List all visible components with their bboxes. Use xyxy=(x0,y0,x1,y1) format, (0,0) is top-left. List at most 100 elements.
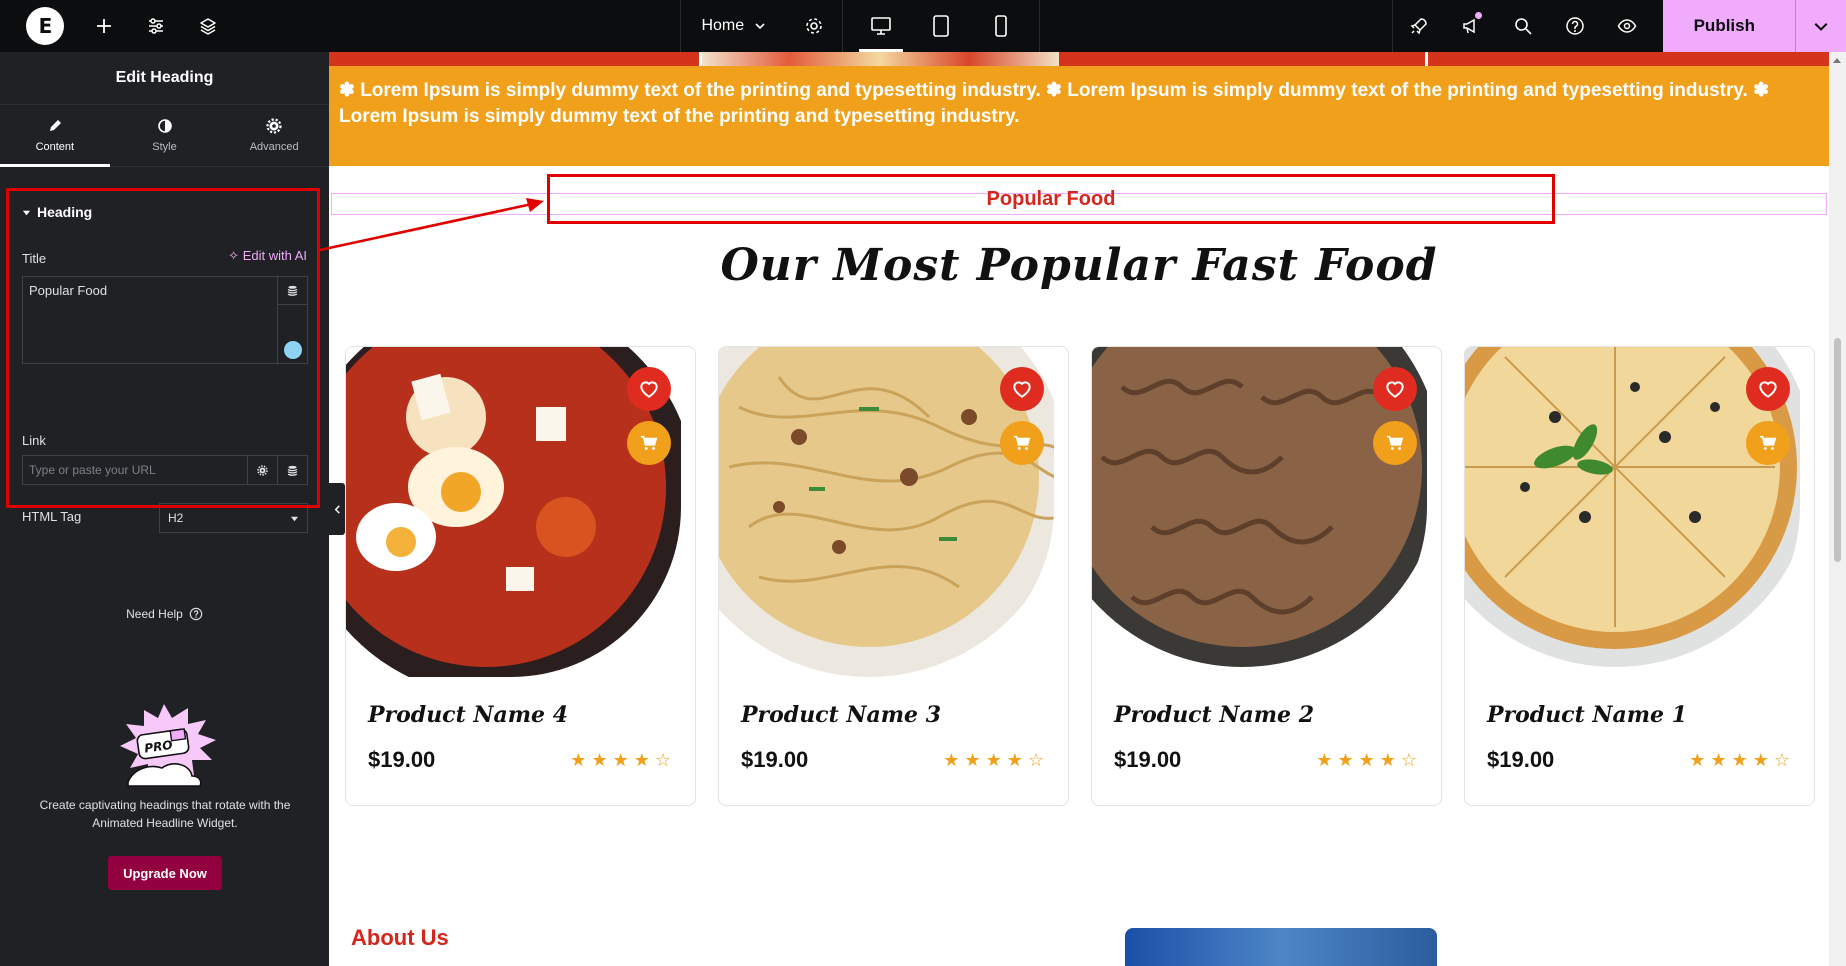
product-price: $19.00 xyxy=(741,747,809,772)
edit-with-ai-link[interactable]: ✧ Edit with AI xyxy=(228,248,307,264)
publish-options-chevron-icon[interactable] xyxy=(1796,0,1846,52)
search-icon[interactable] xyxy=(1497,0,1549,52)
preview-eye-icon[interactable] xyxy=(1601,0,1653,52)
upgrade-now-button[interactable]: Upgrade Now xyxy=(108,856,222,890)
product-card[interactable]: Product Name 4 $19.00 ★ ★ ★ ★ ☆ xyxy=(345,346,696,806)
mobile-icon[interactable] xyxy=(971,0,1031,52)
tablet-icon[interactable] xyxy=(911,0,971,52)
product-price: $19.00 xyxy=(368,747,436,772)
product-card[interactable]: Product Name 3 $19.00 ★ ★ ★ ★ ☆ xyxy=(718,346,1069,806)
star-icon: ★ xyxy=(1710,750,1727,771)
caret-down-icon xyxy=(22,210,31,215)
star-icon: ★ xyxy=(985,750,1002,771)
ai-assistant-icon[interactable] xyxy=(284,341,302,359)
need-help-link[interactable]: Need Help xyxy=(0,607,329,621)
panel-title: Edit Heading xyxy=(0,52,329,105)
chevron-left-icon xyxy=(334,504,340,514)
star-icon: ★ xyxy=(964,750,981,771)
heart-icon[interactable] xyxy=(627,367,671,411)
star-icon: ★ xyxy=(943,750,960,771)
half-star-icon: ☆ xyxy=(654,750,671,771)
hero-image-strip xyxy=(329,52,1829,66)
link-url-field[interactable]: Type or paste your URL xyxy=(22,455,308,485)
title-value: Popular Food xyxy=(29,283,108,298)
product-name[interactable]: Product Name 4 xyxy=(368,702,568,728)
canvas-scrollbar[interactable] xyxy=(1829,52,1846,966)
half-star-icon: ☆ xyxy=(1400,750,1417,771)
star-icon: ★ xyxy=(612,750,629,771)
collapse-panel-toggle[interactable] xyxy=(329,483,345,535)
heart-icon[interactable] xyxy=(1000,367,1044,411)
star-icon: ★ xyxy=(1337,750,1354,771)
topbar-left-group: E xyxy=(0,0,329,52)
title-side-controls xyxy=(277,277,307,363)
half-star-icon: ☆ xyxy=(1773,750,1790,771)
star-icon: ★ xyxy=(1731,750,1748,771)
link-label: Link xyxy=(22,433,46,448)
link-options-gear-icon[interactable] xyxy=(247,456,277,484)
add-element-icon[interactable] xyxy=(78,0,130,52)
help-icon xyxy=(189,607,203,621)
half-star-icon: ☆ xyxy=(1027,750,1044,771)
product-price: $19.00 xyxy=(1487,747,1555,772)
page-selector[interactable]: Home xyxy=(681,0,786,52)
heart-icon[interactable] xyxy=(1373,367,1417,411)
link-url-input[interactable]: Type or paste your URL xyxy=(23,456,247,484)
heart-icon[interactable] xyxy=(1746,367,1790,411)
elementor-logo-icon[interactable]: E xyxy=(26,7,64,45)
star-icon: ★ xyxy=(633,750,650,771)
html-tag-select[interactable]: H2 xyxy=(159,503,308,533)
promo-text: Create captivating headings that rotate … xyxy=(39,798,291,830)
star-icon: ★ xyxy=(591,750,608,771)
tab-advanced-label: Advanced xyxy=(249,141,299,153)
structure-layers-icon[interactable] xyxy=(182,0,234,52)
title-textarea[interactable]: Popular Food xyxy=(22,276,308,364)
whats-new-megaphone-icon[interactable] xyxy=(1445,0,1497,52)
tab-content[interactable]: Content xyxy=(0,105,110,167)
star-icon: ★ xyxy=(1358,750,1375,771)
product-name[interactable]: Product Name 2 xyxy=(1114,702,1314,728)
tab-style-label: Style xyxy=(152,141,177,153)
topbar-right-group: Publish xyxy=(1391,0,1846,52)
product-card[interactable]: Product Name 2 $19.00 ★ ★ ★ ★ ☆ xyxy=(1091,346,1442,806)
cart-icon[interactable] xyxy=(1000,421,1044,465)
product-name[interactable]: Product Name 1 xyxy=(1487,702,1687,728)
rating-stars: ★ ★ ★ ★ ☆ xyxy=(1316,752,1417,770)
link-dynamic-tags-icon[interactable] xyxy=(277,456,307,484)
sparkle-icon: ✧ xyxy=(228,248,240,263)
rating-stars: ★ ★ ★ ★ ☆ xyxy=(1689,752,1790,770)
pro-promo-illustration: PRO xyxy=(120,704,216,787)
tab-advanced[interactable]: Advanced xyxy=(219,105,329,166)
product-card[interactable]: Product Name 1 $19.00 ★ ★ ★ ★ ☆ xyxy=(1464,346,1815,806)
scroll-up-arrow-icon[interactable] xyxy=(1833,58,1841,63)
publish-control: Publish xyxy=(1662,0,1846,52)
page-canvas: ✽ Lorem Ipsum is simply dummy text of th… xyxy=(329,52,1829,966)
section-title: Heading xyxy=(37,204,93,220)
publish-button[interactable]: Publish xyxy=(1663,0,1796,52)
scrollbar-thumb[interactable] xyxy=(1834,338,1841,562)
site-settings-icon[interactable] xyxy=(130,0,182,52)
dynamic-tags-icon[interactable] xyxy=(278,277,307,305)
chevron-down-icon xyxy=(755,23,765,30)
tab-style[interactable]: Style xyxy=(110,105,220,166)
desktop-icon[interactable] xyxy=(851,0,911,52)
editor-topbar: E Home Publish xyxy=(0,0,1846,52)
product-grid: Product Name 4 $19.00 ★ ★ ★ ★ ☆ Product … xyxy=(345,346,1815,806)
html-tag-label: HTML Tag xyxy=(22,509,82,524)
product-price: $19.00 xyxy=(1114,747,1182,772)
page-controls: Home xyxy=(680,0,844,52)
launchpad-rocket-icon[interactable] xyxy=(1393,0,1445,52)
popular-food-heading-widget[interactable]: Popular Food xyxy=(547,174,1555,224)
star-icon: ★ xyxy=(1316,750,1333,771)
cart-icon[interactable] xyxy=(627,421,671,465)
cart-icon[interactable] xyxy=(1746,421,1790,465)
editor-panel: Edit Heading Content Style Advanced Head… xyxy=(0,52,329,966)
edit-with-ai-label: Edit with AI xyxy=(242,248,307,263)
product-name[interactable]: Product Name 3 xyxy=(741,702,941,728)
cart-icon[interactable] xyxy=(1373,421,1417,465)
page-settings-icon[interactable] xyxy=(786,0,842,52)
help-icon[interactable] xyxy=(1549,0,1601,52)
star-icon: ★ xyxy=(570,750,587,771)
section-heading-toggle[interactable]: Heading xyxy=(22,204,92,220)
gear-icon xyxy=(266,118,282,134)
